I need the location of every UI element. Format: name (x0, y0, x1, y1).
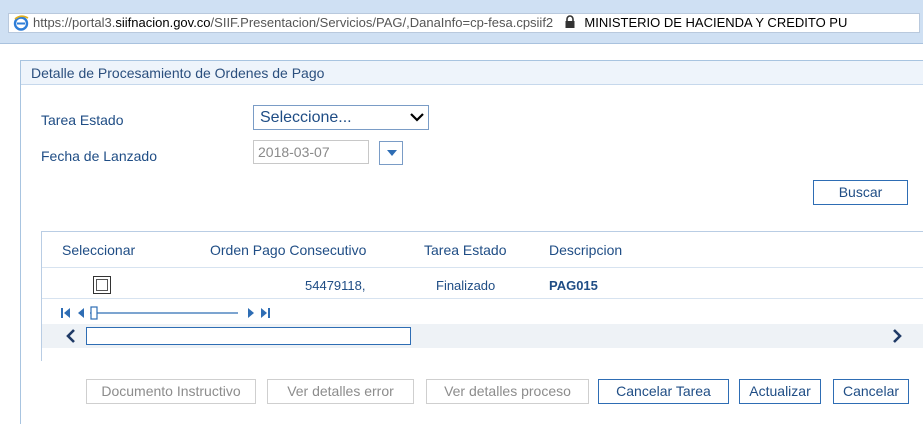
browser-titlebar: https://portal3.siifnacion.gov.co/SIIF.P… (0, 0, 923, 44)
address-bar[interactable]: https://portal3.siifnacion.gov.co/SIIF.P… (8, 13, 920, 33)
col-descripcion[interactable]: Descripcion (549, 242, 622, 258)
url-domain: siifnacion.gov.co (115, 15, 211, 30)
cancelar-button[interactable]: Cancelar (833, 379, 909, 404)
grid-header: Seleccionar Orden Pago Consecutivo Tarea… (42, 232, 923, 268)
url-path: /SIIF.Presentacion/Servicios/PAG/,DanaIn… (210, 15, 554, 30)
cell-descripcion: PAG015 (549, 278, 598, 293)
scroll-right-icon[interactable] (892, 329, 902, 343)
last-page-icon[interactable] (261, 308, 270, 318)
scroll-thumb[interactable] (86, 327, 411, 345)
horizontal-scrollbar[interactable] (42, 324, 923, 348)
calendar-dropdown-icon (387, 150, 397, 156)
site-owner: MINISTERIO DE HACIENDA Y CREDITO PU (584, 15, 848, 30)
url-prefix: https://portal3. (33, 15, 116, 30)
fecha-lanzado-label: Fecha de Lanzado (41, 148, 157, 164)
prev-page-icon[interactable] (78, 308, 84, 318)
col-orden-pago[interactable]: Orden Pago Consecutivo (210, 242, 366, 258)
col-seleccionar[interactable]: Seleccionar (62, 242, 135, 258)
row-select-checkbox[interactable] (93, 276, 111, 294)
first-page-icon[interactable] (61, 308, 70, 318)
processing-detail-panel: Detalle de Procesamiento de Ordenes de P… (20, 60, 923, 424)
tarea-estado-label: Tarea Estado (41, 112, 124, 128)
buscar-button[interactable]: Buscar (813, 180, 908, 205)
scroll-left-icon[interactable] (66, 329, 76, 343)
chevron-down-icon (410, 113, 424, 122)
lock-icon (565, 15, 575, 28)
cell-tarea-estado: Finalizado (436, 278, 496, 293)
cancelar-tarea-button[interactable]: Cancelar Tarea (598, 379, 729, 404)
fecha-lanzado-input[interactable]: 2018-03-07 (253, 140, 369, 164)
tarea-estado-select[interactable]: Seleccione... (253, 105, 429, 130)
ver-detalles-proceso-button[interactable]: Ver detalles proceso (426, 379, 589, 404)
calendar-button[interactable] (379, 141, 403, 165)
ie-icon (13, 15, 29, 31)
pager[interactable] (60, 305, 280, 321)
pager-slider-handle[interactable] (90, 306, 98, 320)
documento-instructivo-button[interactable]: Documento Instructivo (86, 379, 256, 404)
next-page-icon[interactable] (248, 308, 254, 318)
cell-orden-pago: 54479118, (305, 278, 366, 293)
panel-title: Detalle de Procesamiento de Ordenes de P… (21, 61, 923, 85)
tarea-estado-value: Seleccione... (260, 109, 352, 126)
actualizar-button[interactable]: Actualizar (739, 379, 821, 404)
results-grid: Seleccionar Orden Pago Consecutivo Tarea… (41, 231, 923, 361)
ver-detalles-error-button[interactable]: Ver detalles error (267, 379, 414, 404)
col-tarea-estado[interactable]: Tarea Estado (424, 242, 507, 258)
